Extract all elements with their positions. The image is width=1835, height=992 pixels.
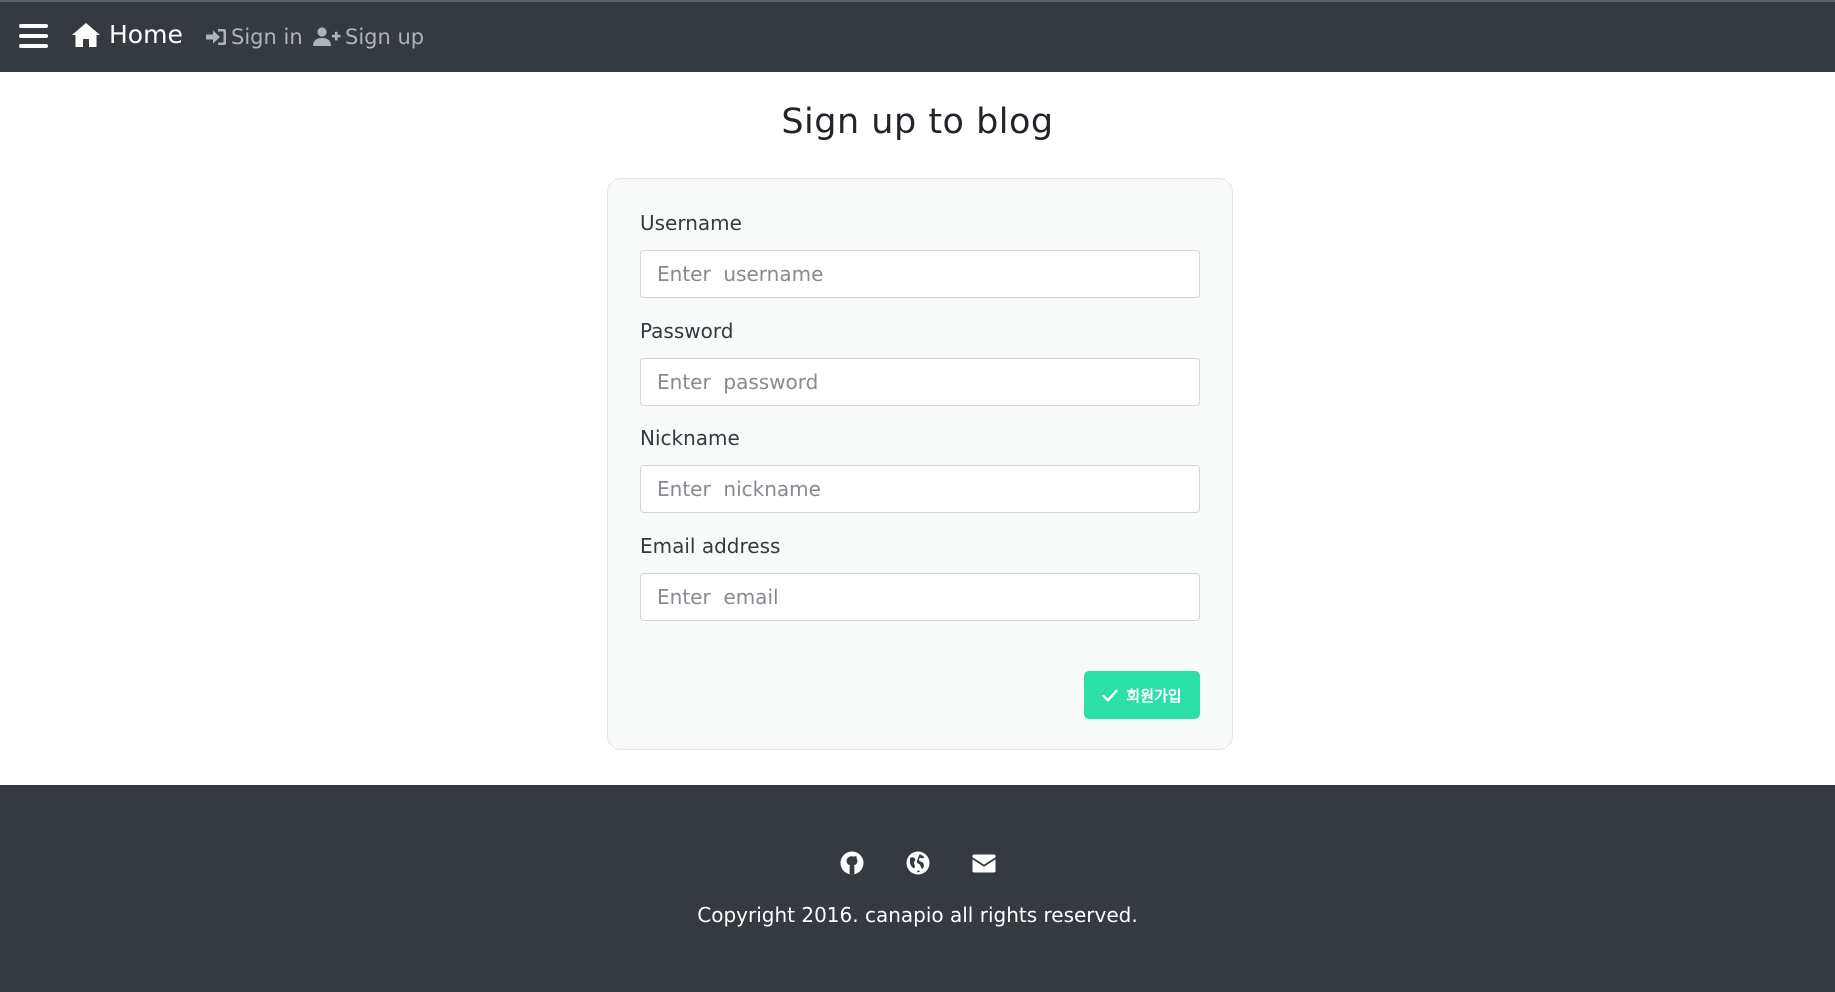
copyright-text: Copyright 2016. canapio all rights reser… <box>697 903 1138 927</box>
nav-signin-label: Sign in <box>231 25 303 49</box>
footer: Copyright 2016. canapio all rights reser… <box>0 785 1835 992</box>
hamburger-icon-bar <box>19 34 48 38</box>
password-input[interactable] <box>640 358 1200 406</box>
nav-home-link[interactable]: Home <box>71 20 183 49</box>
check-icon <box>1102 689 1119 701</box>
top-navbar: Home Sign in Sign up <box>0 0 1835 72</box>
nav-signup-link[interactable]: Sign up <box>313 25 424 49</box>
hamburger-menu-button[interactable] <box>19 22 49 50</box>
website-link[interactable] <box>906 851 930 875</box>
username-input[interactable] <box>640 250 1200 298</box>
github-link[interactable] <box>840 851 864 875</box>
sign-in-icon <box>206 29 226 45</box>
nav-home-label: Home <box>109 20 183 49</box>
page: Home Sign in Sign up Sign up to blog Use… <box>0 0 1835 992</box>
signup-submit-label: 회원가입 <box>1126 686 1182 705</box>
username-label: Username <box>640 211 742 235</box>
globe-icon <box>906 851 929 875</box>
email-input[interactable] <box>640 573 1200 621</box>
envelope-icon <box>972 854 995 872</box>
github-icon <box>840 851 863 875</box>
nav-signup-label: Sign up <box>345 25 425 49</box>
nickname-input[interactable] <box>640 465 1200 513</box>
password-label: Password <box>640 319 734 343</box>
page-title: Sign up to blog <box>781 102 1054 142</box>
hamburger-icon <box>19 24 48 28</box>
email-label: Email address <box>640 534 781 558</box>
nickname-label: Nickname <box>640 426 740 450</box>
user-plus-icon <box>313 27 341 46</box>
nav-signin-link[interactable]: Sign in <box>205 25 303 49</box>
hamburger-icon-bar <box>19 44 48 48</box>
signup-submit-button[interactable]: 회원가입 <box>1084 671 1200 719</box>
footer-social-links <box>0 851 1835 875</box>
signup-form-card: Username Password Nickname Email address… <box>607 178 1233 750</box>
email-link[interactable] <box>972 851 996 875</box>
house-icon <box>72 22 100 47</box>
